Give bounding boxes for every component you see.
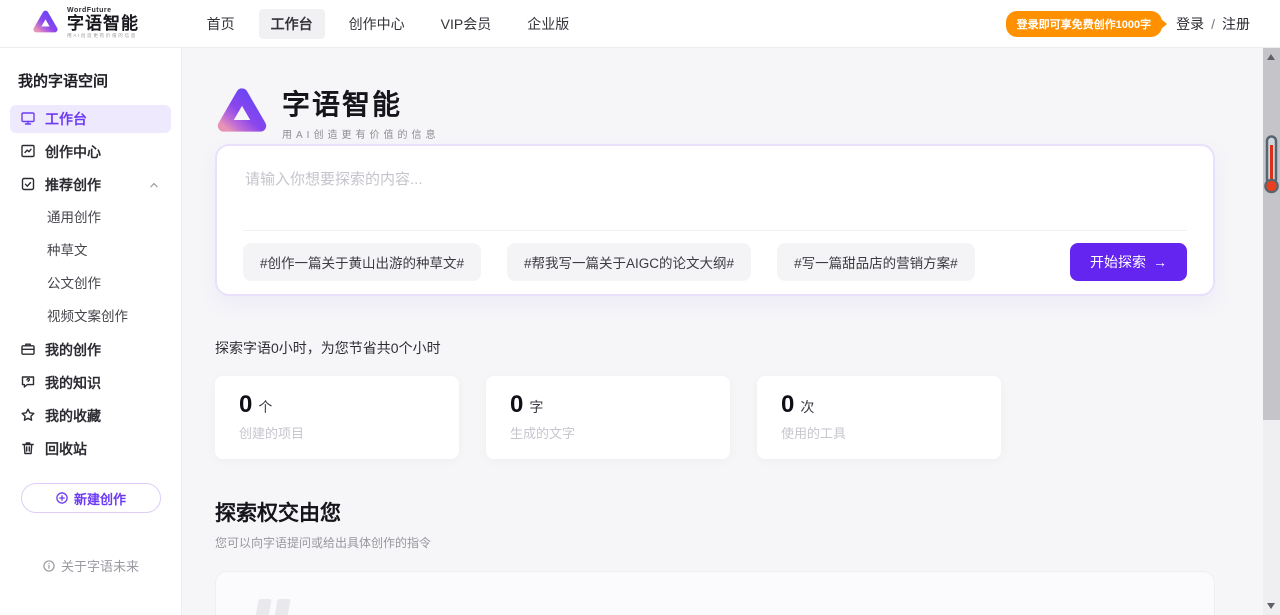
quote-icon <box>256 599 288 615</box>
nav-menu: 首页 工作台 创作中心 VIP会员 企业版 <box>195 9 582 39</box>
stats-row: 0个 创建的项目 0字 生成的文字 0次 使用的工具 <box>215 376 1215 459</box>
nav-item-enterprise[interactable]: 企业版 <box>515 9 581 39</box>
info-circle-icon <box>42 559 56 573</box>
section-title: 探索权交由您 <box>215 497 1215 527</box>
section-subtitle: 您可以向字语提问或给出具体创作的指令 <box>215 534 1215 551</box>
register-link[interactable]: 注册 <box>1222 14 1250 34</box>
stat-label: 生成的文字 <box>510 423 706 442</box>
about-link[interactable]: 关于字语未来 <box>0 556 181 575</box>
sidebar-item-workbench[interactable]: 工作台 <box>10 105 171 133</box>
stat-value: 0 <box>781 391 794 418</box>
suggestion-pill-huangshan[interactable]: #创作一篇关于黄山出游的种草文# <box>243 243 481 281</box>
sidebar-item-label: 创作中心 <box>45 142 101 162</box>
stat-card-projects: 0个 创建的项目 <box>215 376 459 459</box>
brand-triangle-icon <box>32 9 59 39</box>
stat-label: 使用的工具 <box>781 423 977 442</box>
brand-name: 字语智能 <box>67 15 157 34</box>
explore-button[interactable]: 开始探索 → <box>1070 243 1187 281</box>
qa-example-card: 字语智能是什么? 嘿，帮我创作一篇北京出游攻略 <box>215 571 1215 615</box>
sidebar-item-my-knowledge[interactable]: 我的知识 <box>10 369 171 397</box>
briefcase-icon <box>20 341 36 360</box>
hero-tagline: 用AI创造更有价值的信息 <box>282 126 439 141</box>
sidebar-item-creation-center[interactable]: 创作中心 <box>10 138 171 166</box>
sidebar: 我的字语空间 工作台 创作中心 推荐创作 通用创作 种草文 <box>0 48 182 615</box>
hero-brand: 字语智能 用AI创造更有价值的信息 <box>215 84 1215 140</box>
sidebar-item-my-creations[interactable]: 我的创作 <box>10 336 171 364</box>
stat-value: 0 <box>510 391 523 418</box>
hero-triangle-icon <box>215 85 269 140</box>
vertical-scrollbar[interactable] <box>1263 48 1280 615</box>
sidebar-item-label: 回收站 <box>45 439 87 459</box>
auth-separator: / <box>1211 16 1215 32</box>
sidebar-item-label: 我的收藏 <box>45 406 101 426</box>
sidebar-item-my-favorites[interactable]: 我的收藏 <box>10 402 171 430</box>
scrollbar-thumb[interactable] <box>1263 48 1280 420</box>
brand-tagline: 用AI创造更有价值的信息 <box>67 34 137 39</box>
sidebar-item-label: 我的知识 <box>45 373 101 393</box>
nav-item-vip[interactable]: VIP会员 <box>429 9 504 39</box>
sidebar-subitem-general-creation[interactable]: 通用创作 <box>10 204 171 232</box>
scroll-down-arrow[interactable] <box>1267 603 1275 609</box>
explore-label: 开始探索 <box>1090 252 1146 272</box>
stats-summary: 探索字语0小时，为您节省共0个小时 <box>215 338 1215 358</box>
star-icon <box>20 407 36 426</box>
stat-value: 0 <box>239 391 252 418</box>
chart-board-icon <box>20 143 36 162</box>
main-area: 字语智能 用AI创造更有价值的信息 #创作一篇关于黄山出游的种草文# #帮我写一… <box>182 48 1280 615</box>
plus-circle-icon <box>55 491 69 505</box>
about-label: 关于字语未来 <box>61 556 139 575</box>
thermometer-icon[interactable] <box>1264 135 1279 200</box>
search-card: #创作一篇关于黄山出游的种草文# #帮我写一篇关于AIGC的论文大纲# #写一篇… <box>215 144 1215 296</box>
search-input[interactable] <box>243 166 1187 230</box>
stat-unit: 个 <box>258 399 272 415</box>
nav-item-workbench[interactable]: 工作台 <box>259 9 325 39</box>
nav-item-creation-center[interactable]: 创作中心 <box>337 9 417 39</box>
stat-unit: 次 <box>800 399 814 415</box>
brand-logo[interactable]: WordFuture 字语智能 用AI创造更有价值的信息 <box>32 7 157 40</box>
stat-card-words: 0字 生成的文字 <box>486 376 730 459</box>
stat-unit: 字 <box>529 399 543 415</box>
nav-item-home[interactable]: 首页 <box>195 9 247 39</box>
suggestion-pill-dessert[interactable]: #写一篇甜品店的营销方案# <box>777 243 975 281</box>
sidebar-item-label: 我的创作 <box>45 340 101 360</box>
sidebar-title: 我的字语空间 <box>10 60 171 105</box>
new-creation-button[interactable]: 新建创作 <box>21 483 161 513</box>
trash-icon <box>20 440 36 459</box>
stat-card-tools: 0次 使用的工具 <box>757 376 1001 459</box>
sidebar-item-recycle-bin[interactable]: 回收站 <box>10 435 171 463</box>
stat-label: 创建的项目 <box>239 423 435 442</box>
arrow-right-icon: → <box>1153 254 1167 270</box>
top-navbar: WordFuture 字语智能 用AI创造更有价值的信息 首页 工作台 创作中心… <box>0 0 1280 48</box>
sidebar-item-label: 推荐创作 <box>45 175 101 195</box>
sidebar-subitem-seeding-article[interactable]: 种草文 <box>10 237 171 265</box>
login-promo-badge[interactable]: 登录即可享免费创作1000字 <box>1006 11 1162 37</box>
sidebar-subitem-official-doc[interactable]: 公文创作 <box>10 270 171 298</box>
new-creation-label: 新建创作 <box>74 489 126 508</box>
chevron-up-icon[interactable] <box>147 178 161 192</box>
auth-links: 登录 / 注册 <box>1176 14 1250 34</box>
doc-check-icon <box>20 176 36 195</box>
search-footer: #创作一篇关于黄山出游的种草文# #帮我写一篇关于AIGC的论文大纲# #写一篇… <box>243 230 1187 281</box>
sidebar-item-recommended[interactable]: 推荐创作 <box>10 171 171 199</box>
sidebar-subitem-video-copywriting[interactable]: 视频文案创作 <box>10 303 171 331</box>
scroll-up-arrow[interactable] <box>1267 54 1275 60</box>
chat-question-icon <box>20 374 36 393</box>
sidebar-item-label: 工作台 <box>45 109 87 129</box>
monitor-icon <box>20 110 36 129</box>
suggestion-pill-aigc[interactable]: #帮我写一篇关于AIGC的论文大纲# <box>507 243 751 281</box>
hero-title: 字语智能 <box>282 83 439 123</box>
login-link[interactable]: 登录 <box>1176 14 1204 34</box>
